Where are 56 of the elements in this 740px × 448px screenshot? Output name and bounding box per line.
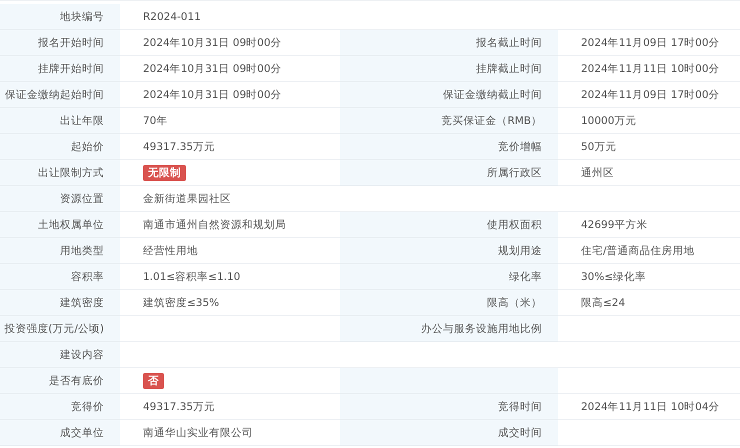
field-label: 报名截止时间 (476, 36, 542, 50)
field-label: 所属行政区 (487, 166, 542, 180)
field-label: 办公与服务设施用地比例 (421, 322, 542, 336)
field-value: 70年 (143, 114, 168, 128)
field-label: 出让年限 (60, 114, 104, 128)
status-tag: 无限制 (143, 164, 186, 180)
field-value: R2024-011 (143, 10, 201, 22)
field-value: 经营性用地 (143, 244, 198, 258)
field-label: 保证金缴纳截止时间 (443, 88, 542, 102)
field-value: 2024年11月11日 10时04分 (581, 400, 720, 414)
field-value: 2024年11月11日 10时00分 (581, 62, 720, 76)
field-value: 2024年10月31日 09时00分 (143, 88, 282, 102)
field-value: 2024年10月31日 09时00分 (143, 36, 282, 50)
field-value: 南通市通州自然资源和规划局 (143, 218, 286, 232)
field-label: 用地类型 (60, 244, 104, 258)
field-value: 10000万元 (581, 114, 636, 128)
field-label: 报名开始时间 (38, 36, 104, 50)
field-label: 是否有底价 (49, 374, 104, 388)
field-value: 2024年11月09日 17时00分 (581, 36, 720, 50)
field-value: 限高≤24 (581, 296, 626, 310)
field-label: 限高（米） (487, 296, 542, 310)
field-value: 49317.35万元 (143, 400, 216, 414)
field-value: 南通华山实业有限公司 (143, 426, 253, 440)
field-value: 30%≤绿化率 (581, 270, 646, 284)
field-label: 地块编号 (60, 10, 104, 24)
field-label: 容积率 (71, 270, 104, 284)
field-label: 投资强度(万元/公顷) (4, 322, 104, 336)
field-value: 42699平方米 (581, 218, 648, 232)
field-label: 起始价 (71, 140, 104, 154)
field-label: 建设内容 (60, 348, 104, 362)
field-label: 绿化率 (509, 270, 542, 284)
field-label: 建筑密度 (60, 296, 104, 310)
field-label: 竞买保证金（RMB） (441, 114, 542, 128)
field-value: 50万元 (581, 140, 616, 154)
field-value: 2024年11月09日 17时00分 (581, 88, 720, 102)
field-label: 使用权面积 (487, 218, 542, 232)
field-value: 住宅/普通商品住房用地 (581, 244, 695, 258)
status-tag: 否 (143, 372, 164, 388)
field-value: 1.01≤容积率≤1.10 (143, 270, 240, 284)
field-label: 竞得价 (71, 400, 104, 414)
field-value: 建筑密度≤35% (143, 296, 220, 310)
field-label: 保证金缴纳起始时间 (5, 88, 104, 102)
field-value: 金新街道果园社区 (143, 192, 231, 206)
field-label: 挂牌截止时间 (476, 62, 542, 76)
field-label: 成交时间 (498, 426, 542, 440)
field-label: 竞价增幅 (498, 140, 542, 154)
field-label: 挂牌开始时间 (38, 62, 104, 76)
field-label: 成交单位 (60, 426, 104, 440)
field-label: 出让限制方式 (38, 166, 104, 180)
field-value: 通州区 (581, 166, 614, 180)
field-label: 竞得时间 (498, 400, 542, 414)
field-label: 土地权属单位 (38, 218, 104, 232)
field-label: 规划用途 (498, 244, 542, 258)
field-value: 49317.35万元 (143, 140, 216, 154)
field-label: 资源位置 (60, 192, 104, 206)
field-value: 2024年10月31日 09时00分 (143, 62, 282, 76)
